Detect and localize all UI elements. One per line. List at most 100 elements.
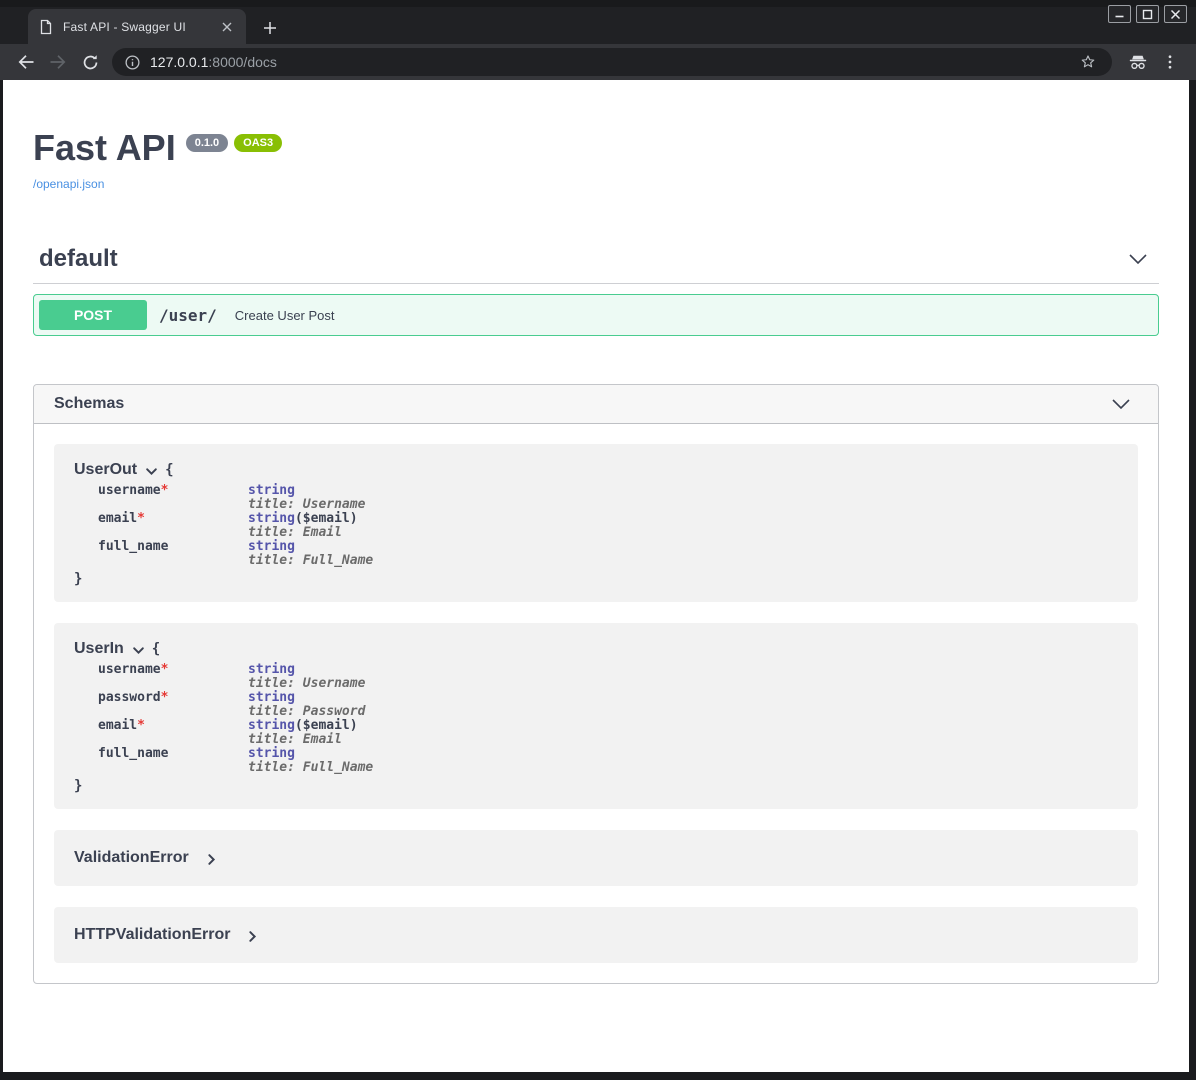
model-httpvalidationerror[interactable]: HTTPValidationError [54,907,1138,963]
chevron-right-icon [246,930,259,943]
chevron-right-icon [205,853,218,866]
model-userin: UserIn { username* string title: Usernam… [54,623,1138,809]
required-star: * [137,511,145,526]
close-brace: } [74,571,1118,587]
property-type: string [248,540,373,554]
back-icon [16,52,36,72]
property-name: email [98,718,137,733]
open-brace: { [152,641,160,657]
new-tab-button[interactable] [258,16,282,40]
maximize-icon [1142,9,1153,20]
browser-menu-button[interactable] [1154,46,1186,78]
property-name: full_name [98,746,168,761]
model-name: UserIn [74,640,124,658]
page-icon [38,19,54,35]
property-type: string [248,484,373,498]
property-row: username* string title: Username [98,663,373,691]
model-validationerror[interactable]: ValidationError [54,830,1138,886]
forward-icon [48,52,68,72]
chevron-down-icon [145,465,158,478]
property-name: password [98,690,161,705]
required-star: * [161,690,169,705]
property-title: title: Full_Name [248,554,373,568]
model-userin-toggle[interactable]: UserIn { [74,637,1118,661]
required-star: * [137,718,145,733]
property-title: title: Email [248,526,373,540]
incognito-badge [1122,46,1154,78]
bookmark-button[interactable] [1076,50,1100,74]
property-row: full_name string title: Full_Name [98,540,373,568]
model-properties: username* string title: Username email* … [98,484,373,568]
openapi-spec-link[interactable]: /openapi.json [33,177,104,191]
open-brace: { [165,462,173,478]
api-title: Fast API [33,127,176,168]
property-row: full_name string title: Full_Name [98,747,373,775]
model-properties: username* string title: Username passwor… [98,663,373,775]
tab-title: Fast API - Swagger UI [63,20,218,34]
oas3-badge: OAS3 [234,134,282,152]
info-icon[interactable] [124,54,141,71]
url-path: :8000/docs [208,54,277,70]
maximize-button[interactable] [1136,5,1159,23]
close-icon [1170,9,1181,20]
browser-tab[interactable]: Fast API - Swagger UI [28,9,246,44]
schemas-title: Schemas [54,395,124,413]
browser-toolbar: 127.0.0.1:8000/docs [0,44,1196,80]
property-row: email* string($email) title: Email [98,719,373,747]
tag-section-default: default POST /user/ Create User Post [33,245,1159,336]
tab-close-button[interactable] [218,18,236,36]
property-type: string($email) [248,719,373,733]
back-button[interactable] [10,46,42,78]
endpoint-path: /user/ [159,306,217,325]
chevron-down-icon [1127,248,1149,270]
api-info-section: Fast API 0.1.0 OAS3 /openapi.json [33,128,1159,193]
chevron-down-icon [132,644,145,657]
property-title: title: Password [248,705,373,719]
window-frame-top [0,0,1196,7]
property-row: password* string title: Password [98,691,373,719]
schemas-header[interactable]: Schemas [34,385,1158,424]
endpoint-summary: Create User Post [235,308,335,323]
property-title: title: Email [248,733,373,747]
minimize-icon [1114,9,1125,20]
property-name: username [98,483,161,498]
star-icon [1079,53,1097,71]
address-bar[interactable]: 127.0.0.1:8000/docs [112,48,1112,76]
property-name: full_name [98,539,168,554]
model-name: HTTPValidationError [74,926,230,944]
window-controls [1108,5,1187,23]
tab-strip: Fast API - Swagger UI [0,7,1196,44]
property-title: title: Username [248,677,373,691]
property-name: username [98,662,161,677]
reload-icon [81,53,100,72]
property-row: email* string($email) title: Email [98,512,373,540]
property-title: title: Full_Name [248,761,373,775]
page-viewport: Fast API 0.1.0 OAS3 /openapi.json default … [3,80,1189,1072]
version-badge: 0.1.0 [186,134,228,152]
model-name: ValidationError [74,849,189,867]
url-host: 127.0.0.1 [150,54,208,70]
url-text: 127.0.0.1:8000/docs [150,54,277,70]
property-type: string($email) [248,512,373,526]
property-type: string [248,747,373,761]
forward-button[interactable] [42,46,74,78]
plus-icon [263,21,277,35]
minimize-button[interactable] [1108,5,1131,23]
required-star: * [161,483,169,498]
chevron-down-icon [1110,393,1132,415]
close-icon [222,22,232,32]
endpoint-post-user[interactable]: POST /user/ Create User Post [33,294,1159,336]
schemas-body: UserOut { username* string title: Userna… [34,424,1158,983]
menu-dots-icon [1161,53,1179,71]
model-userout: UserOut { username* string title: Userna… [54,444,1138,602]
close-brace: } [74,778,1118,794]
property-type: string [248,691,373,705]
close-window-button[interactable] [1164,5,1187,23]
http-method-badge: POST [39,300,147,330]
model-name: UserOut [74,461,137,479]
reload-button[interactable] [74,46,106,78]
tag-header-default[interactable]: default [33,245,1159,284]
model-userout-toggle[interactable]: UserOut { [74,458,1118,482]
tag-name: default [39,245,118,273]
required-star: * [161,662,169,677]
